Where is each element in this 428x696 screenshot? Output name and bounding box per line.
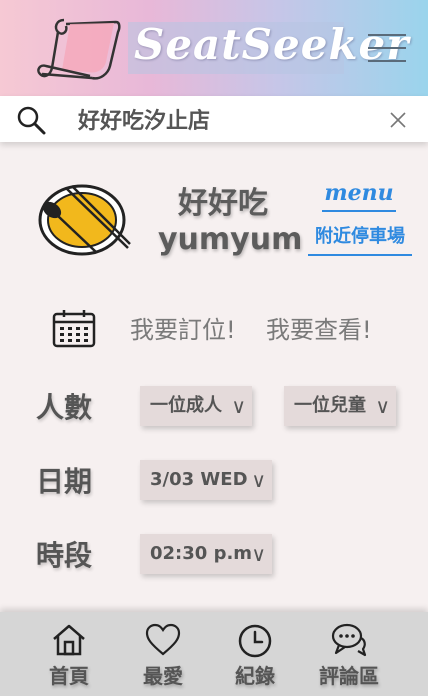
adults-select[interactable]: 一位成人 ∨: [140, 386, 252, 426]
nav-item-reviews[interactable]: 評論區: [304, 612, 394, 696]
calendar-icon: [52, 310, 96, 348]
date-select-value: 3/03 WED: [150, 469, 248, 490]
restaurant-name-en: yumyum: [158, 222, 303, 257]
nav-item-label: 首頁: [49, 664, 89, 688]
children-select[interactable]: 一位兒童 ∨: [284, 386, 396, 426]
nearby-parking-link[interactable]: 附近停車場: [308, 222, 412, 248]
time-slot-label: 時段: [36, 539, 93, 572]
menu-link[interactable]: menu: [322, 180, 396, 206]
restaurant-name-zh: 好好吃: [178, 186, 268, 221]
bottom-nav: 首頁 最愛 紀錄 評論區: [0, 612, 428, 696]
home-icon: [53, 624, 85, 656]
heart-icon: [145, 623, 181, 656]
time-select[interactable]: 02:30 p.m ∨: [140, 534, 272, 574]
reserve-link[interactable]: 我要訂位!: [130, 310, 236, 345]
app-header: SeatSeeker: [0, 0, 428, 96]
chevron-down-icon: ∨: [251, 542, 266, 566]
party-size-label: 人數: [36, 391, 93, 424]
hamburger-menu-icon[interactable]: [368, 32, 406, 64]
nav-item-favorites[interactable]: 最愛: [118, 612, 208, 696]
adults-select-value: 一位成人: [150, 395, 222, 416]
close-icon[interactable]: [388, 110, 408, 130]
chevron-down-icon: ∨: [251, 468, 266, 492]
nav-item-records[interactable]: 紀錄: [210, 612, 300, 696]
chevron-down-icon: ∨: [375, 394, 390, 418]
clock-icon: [238, 624, 272, 658]
nav-item-label: 紀錄: [235, 664, 275, 688]
nav-item-label: 最愛: [143, 664, 183, 688]
date-label: 日期: [36, 465, 93, 498]
parking-link-underline: [308, 254, 412, 256]
scroll-seat-icon: [37, 18, 121, 80]
time-select-value: 02:30 p.m: [150, 543, 253, 564]
nav-item-label: 評論區: [319, 664, 379, 688]
children-select-value: 一位兒童: [294, 395, 366, 416]
date-select[interactable]: 3/03 WED ∨: [140, 460, 272, 500]
search-input[interactable]: [70, 100, 370, 138]
menu-link-underline: [322, 210, 396, 212]
search-bar: [0, 96, 428, 142]
nav-item-home[interactable]: 首頁: [24, 612, 114, 696]
search-icon[interactable]: [16, 105, 46, 135]
plate-spoon-chopsticks-icon: [38, 184, 131, 256]
view-reservation-link[interactable]: 我要查看!: [266, 310, 372, 345]
chat-bubbles-icon: [331, 623, 367, 657]
chevron-down-icon: ∨: [231, 394, 246, 418]
